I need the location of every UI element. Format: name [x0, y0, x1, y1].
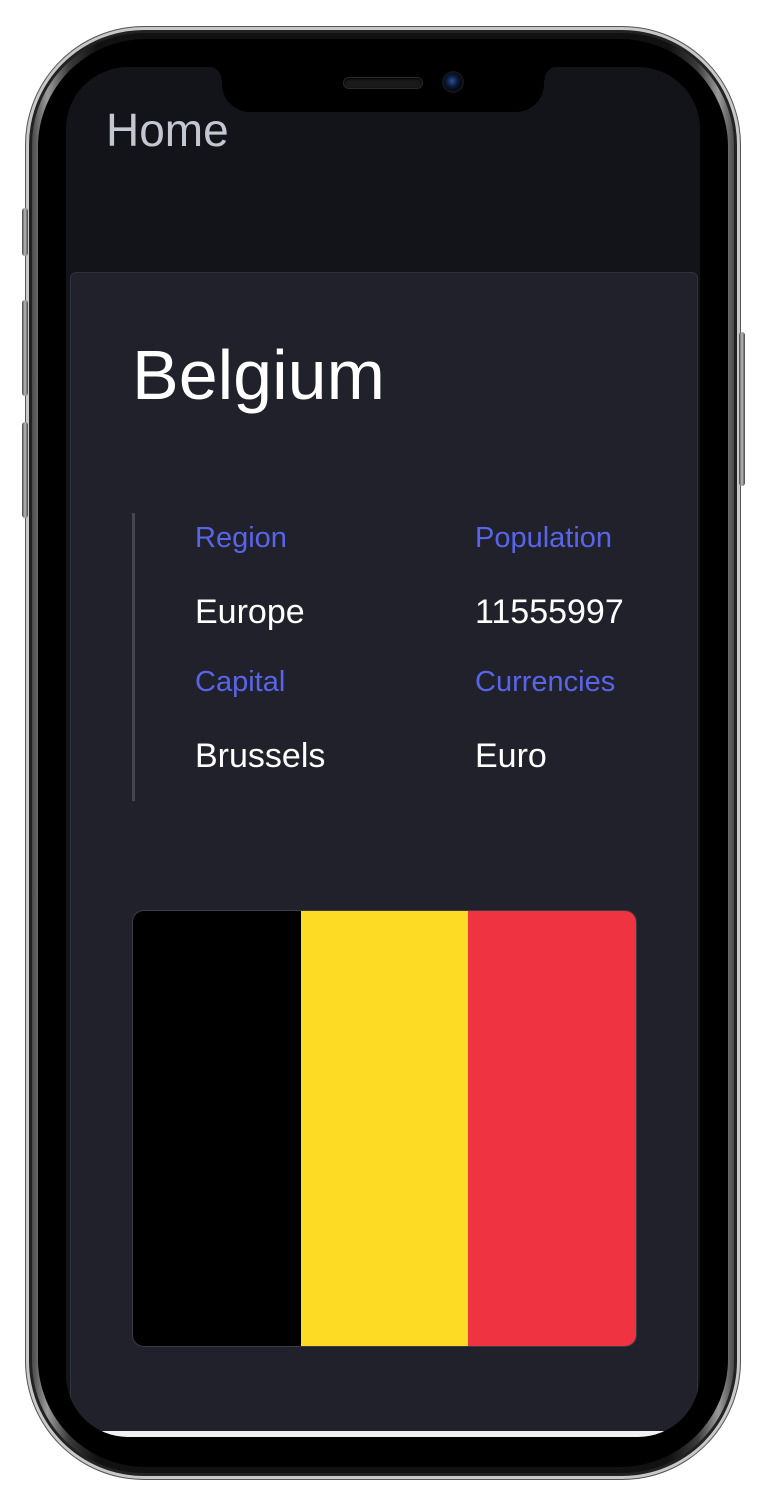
country-info-grid: Region Europe Population 11555997 Capita…: [132, 513, 655, 801]
capital-value: Brussels: [195, 737, 326, 775]
power-button: [739, 332, 745, 486]
flag-stripe-middle: [300, 911, 469, 1346]
currencies-label: Currencies: [475, 666, 616, 698]
flag-stripe-right: [468, 911, 636, 1346]
region-value: Europe: [195, 593, 305, 631]
country-flag: [132, 910, 637, 1347]
population-label: Population: [475, 522, 613, 554]
country-card: Belgium Region Europe Population 1155599…: [70, 272, 698, 1437]
front-camera-icon: [444, 73, 462, 91]
notch: [208, 66, 558, 112]
population-value: 11555997: [475, 593, 624, 631]
currencies-field: Currencies Euro: [475, 665, 700, 776]
region-label: Region: [195, 522, 287, 554]
country-name: Belgium: [132, 336, 385, 414]
silent-switch: [22, 208, 28, 256]
region-field: Region Europe: [195, 521, 445, 632]
home-indicator[interactable]: [66, 1431, 700, 1437]
volume-down-button: [22, 422, 28, 518]
page-title: Home: [106, 104, 229, 156]
capital-field: Capital Brussels: [195, 665, 445, 776]
flag-stripe-left: [133, 911, 301, 1346]
currencies-value: Euro: [475, 737, 547, 775]
app-screen: Home Belgium Region Europe Population 11…: [66, 67, 700, 1437]
capital-label: Capital: [195, 666, 286, 698]
volume-up-button: [22, 300, 28, 396]
population-field: Population 11555997: [475, 521, 700, 632]
speaker-grille: [344, 78, 422, 88]
